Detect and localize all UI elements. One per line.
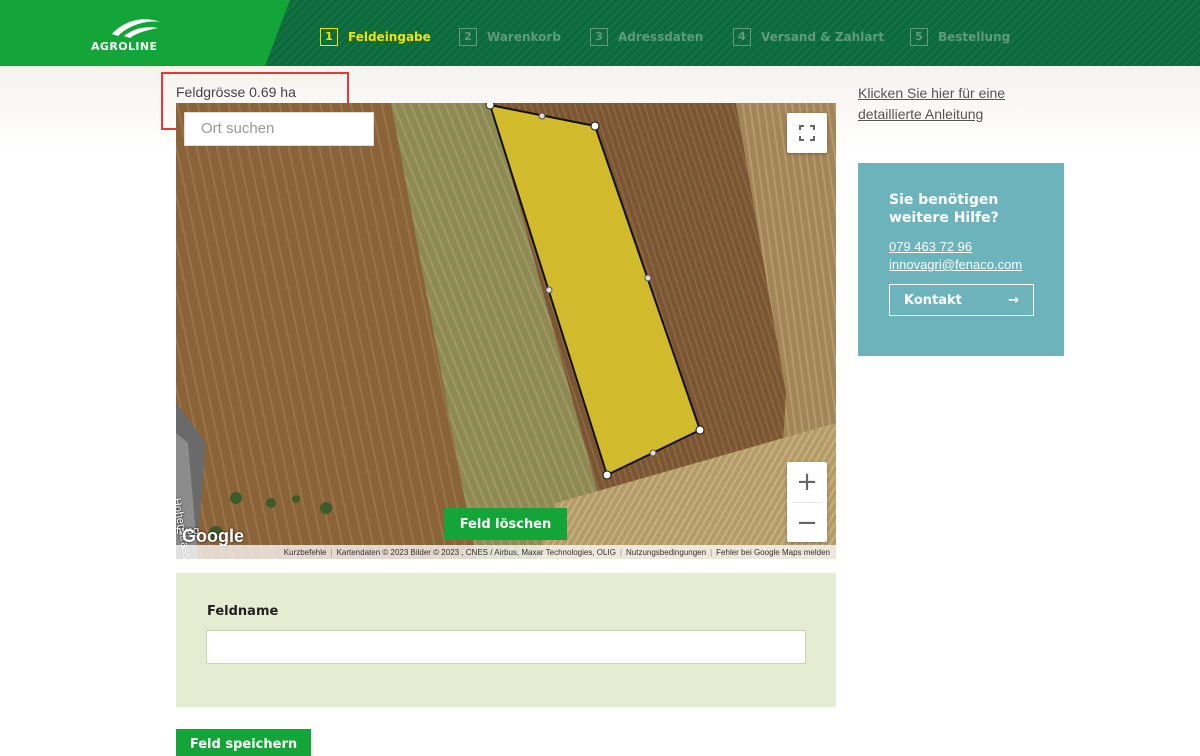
- step-number: 5: [910, 28, 928, 46]
- google-logo: Google: [182, 526, 244, 546]
- step-number: 3: [590, 28, 608, 46]
- terms-link[interactable]: Nutzungsbedingungen: [626, 548, 706, 557]
- map-imagery: [176, 103, 836, 559]
- logo[interactable]: AGROLINE: [0, 0, 290, 66]
- leaf-logo-icon: [112, 19, 160, 38]
- help-email-link[interactable]: innovagri@fenaco.com: [889, 257, 1064, 272]
- step-number: 2: [459, 28, 477, 46]
- step-versand-zahlart[interactable]: 4 Versand & Zahlart: [733, 28, 884, 46]
- help-title: Sie benötigen weitere Hilfe?: [889, 192, 999, 226]
- field-name-panel: Feldname: [176, 573, 836, 707]
- step-label: Adressdaten: [618, 30, 704, 44]
- field-name-label: Feldname: [207, 604, 279, 619]
- location-search-input[interactable]: Ort suchen: [184, 112, 374, 146]
- contact-button[interactable]: Kontakt →: [889, 284, 1034, 316]
- step-label: Versand & Zahlart: [761, 30, 885, 44]
- step-feldeingabe[interactable]: 1 Feldeingabe: [320, 28, 431, 46]
- field-name-input[interactable]: [206, 630, 806, 664]
- fullscreen-icon: [799, 125, 815, 141]
- step-adressdaten[interactable]: 3 Adressdaten: [590, 28, 703, 46]
- header: AGROLINE 1 Feldeingabe 2 Warenkorb 3 Adr…: [0, 0, 1200, 66]
- report-error-link[interactable]: Fehler bei Google Maps melden: [716, 548, 830, 557]
- logo-text: AGROLINE: [91, 40, 158, 53]
- step-number: 4: [733, 28, 751, 46]
- map-attribution: Kurzbefehle | Kartendaten © 2023 Bilder …: [176, 545, 836, 559]
- help-box: Sie benötigen weitere Hilfe? 079 463 72 …: [858, 163, 1064, 356]
- step-label: Warenkorb: [487, 30, 561, 44]
- delete-field-button[interactable]: Feld löschen: [444, 508, 567, 540]
- arrow-right-icon: →: [1008, 292, 1019, 308]
- zoom-in-button[interactable]: +: [787, 462, 827, 502]
- satellite-map[interactable]: Ort suchen + − Hohenstrasse fweg Google …: [176, 103, 836, 559]
- contact-button-label: Kontakt: [904, 292, 962, 308]
- step-label: Feldeingabe: [348, 30, 431, 44]
- map-data-text: Kartendaten © 2023 Bilder © 2023 , CNES …: [336, 547, 616, 557]
- help-phone-link[interactable]: 079 463 72 96: [889, 239, 1064, 254]
- guide-link[interactable]: Klicken Sie hier für eine detaillierte A…: [858, 83, 1068, 125]
- zoom-out-button[interactable]: −: [787, 503, 827, 543]
- zoom-control: + −: [787, 462, 827, 542]
- step-bestellung[interactable]: 5 Bestellung: [910, 28, 1010, 46]
- step-label: Bestellung: [938, 30, 1011, 44]
- step-warenkorb[interactable]: 2 Warenkorb: [459, 28, 561, 46]
- fullscreen-button[interactable]: [787, 113, 827, 153]
- keyboard-shortcuts-link[interactable]: Kurzbefehle: [284, 548, 327, 557]
- step-number: 1: [320, 28, 338, 46]
- save-field-button[interactable]: Feld speichern: [176, 729, 311, 756]
